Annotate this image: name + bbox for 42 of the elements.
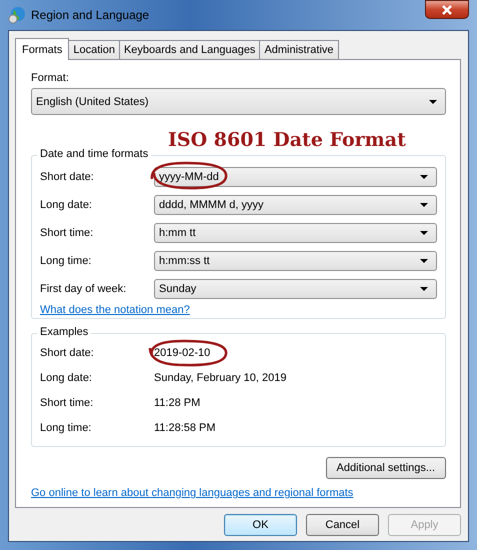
format-dropdown[interactable]: dddd, MMMM d, yyyy [154,195,437,215]
globe-icon [8,6,26,24]
dropdown-arrow-icon [429,100,437,104]
dialog-button[interactable]: OK [224,514,297,536]
example-label: Short date: [40,347,95,359]
field-label: Short date: [40,171,95,183]
close-button[interactable] [425,0,469,19]
annotation-text: ISO 8601 Date Format [168,129,406,151]
format-dropdown[interactable]: English (United States) [31,88,446,115]
notation-help-link[interactable]: What does the notation mean? [40,304,190,316]
tab[interactable]: Location [68,40,120,59]
format-dropdown[interactable]: yyyy-MM-dd [154,167,437,187]
field-label: Long date: [40,199,93,211]
example-value: Sunday, February 10, 2019 [154,372,286,384]
example-label: Long time: [40,422,92,434]
dropdown-arrow-icon [420,259,428,263]
example-value: 11:28:58 PM [154,422,216,434]
tab[interactable]: Keyboards and Languages [118,40,260,59]
dialog-button[interactable]: Cancel [306,514,379,536]
tab[interactable]: Administrative [259,40,339,59]
dropdown-arrow-icon [420,287,428,291]
format-dropdown[interactable]: h:mm:ss tt [154,251,437,271]
group-title: Examples [37,326,92,338]
group-title: Date and time formats [37,148,152,160]
field-label: Long time: [40,255,92,267]
example-value: 2019-02-10 [154,347,210,359]
format-dropdown[interactable]: Sunday [154,279,437,299]
dropdown-arrow-icon [420,231,428,235]
window-title: Region and Language [31,8,150,22]
tab[interactable]: Formats [15,38,70,60]
close-icon [441,4,453,14]
dropdown-arrow-icon [420,175,428,179]
example-label: Long date: [40,372,93,384]
online-help-link[interactable]: Go online to learn about changing languages and regional formats [31,487,354,499]
field-label: Short time: [40,227,94,239]
field-label: First day of week: [40,283,128,295]
example-label: Short time: [40,397,94,409]
example-value: 11:28 PM [154,397,200,409]
dropdown-arrow-icon [420,203,428,207]
format-label: Format: [31,72,70,84]
format-dropdown[interactable]: h:mm tt [154,223,437,243]
additional-settings-button[interactable]: Additional settings... [326,457,446,479]
